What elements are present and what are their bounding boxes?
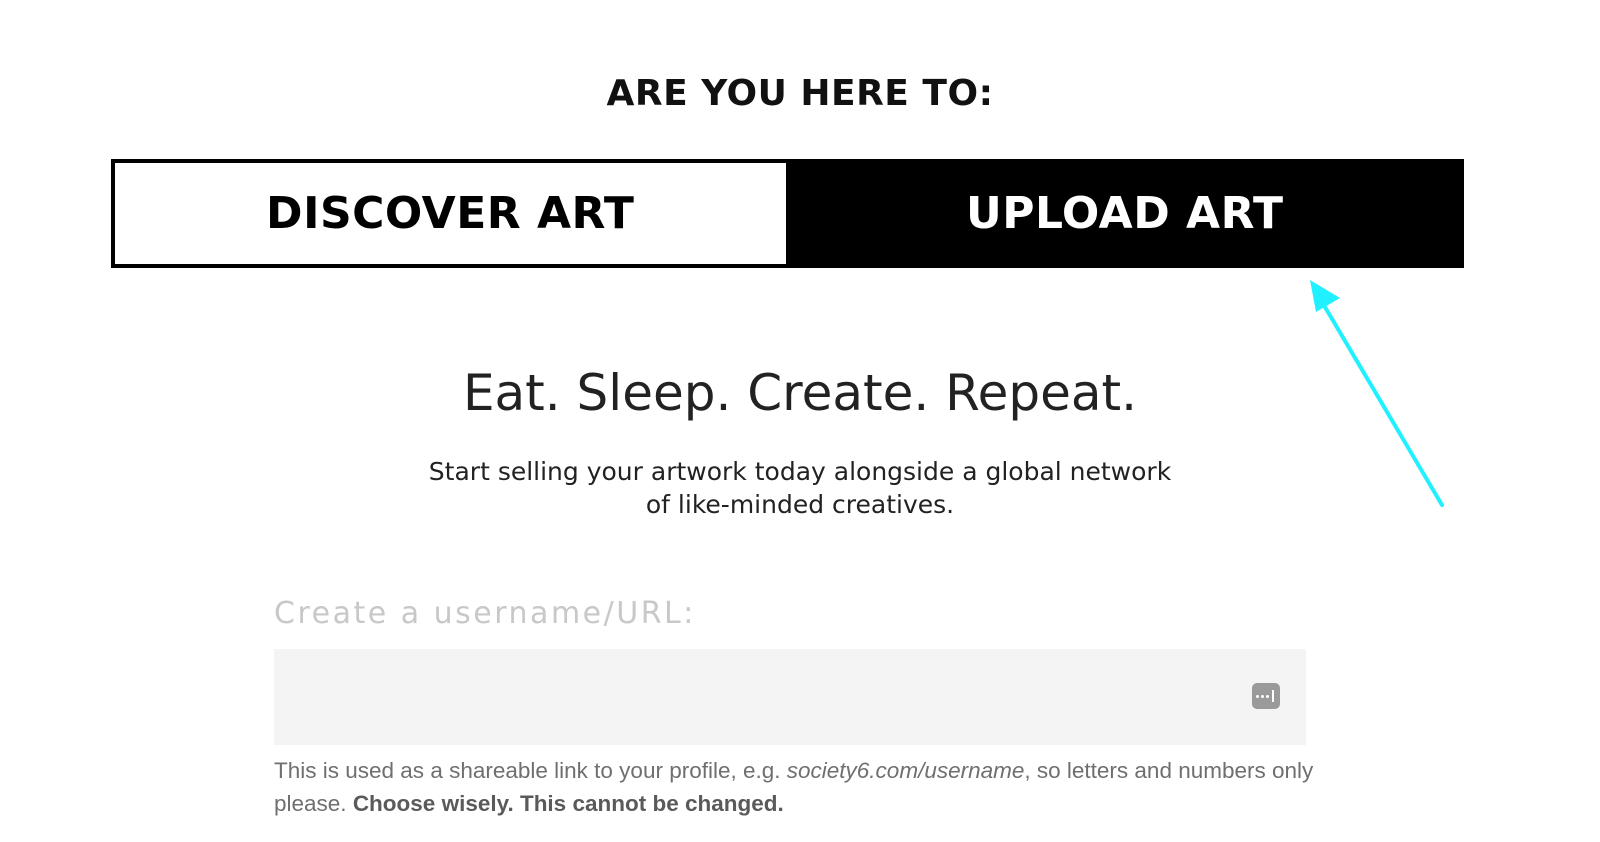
username-help-text: This is used as a shareable link to your… xyxy=(274,754,1314,820)
role-toggle: DISCOVER ART UPLOAD ART xyxy=(111,159,1464,268)
hero-subtext: Start selling your artwork today alongsi… xyxy=(380,455,1220,521)
signup-page: ARE YOU HERE TO: DISCOVER ART UPLOAD ART… xyxy=(0,0,1600,842)
username-field[interactable] xyxy=(274,649,1306,745)
help-text-part1: This is used as a shareable link to your… xyxy=(274,758,787,783)
discover-art-button[interactable]: DISCOVER ART xyxy=(111,159,786,268)
help-text-example-url: society6.com/username xyxy=(786,758,1025,783)
upload-art-button[interactable]: UPLOAD ART xyxy=(785,159,1464,268)
hero-tagline: Eat. Sleep. Create. Repeat. xyxy=(462,364,1138,422)
hero-subtext-line2: of like-minded creatives. xyxy=(645,490,955,519)
username-input[interactable] xyxy=(274,649,1306,745)
hero-subtext-line1: Start selling your artwork today alongsi… xyxy=(428,457,1172,486)
help-text-warning: Choose wisely. This cannot be changed. xyxy=(352,791,784,816)
password-manager-icon[interactable] xyxy=(1252,683,1280,709)
page-heading: ARE YOU HERE TO: xyxy=(606,73,994,114)
username-label: Create a username/URL: xyxy=(274,596,696,631)
